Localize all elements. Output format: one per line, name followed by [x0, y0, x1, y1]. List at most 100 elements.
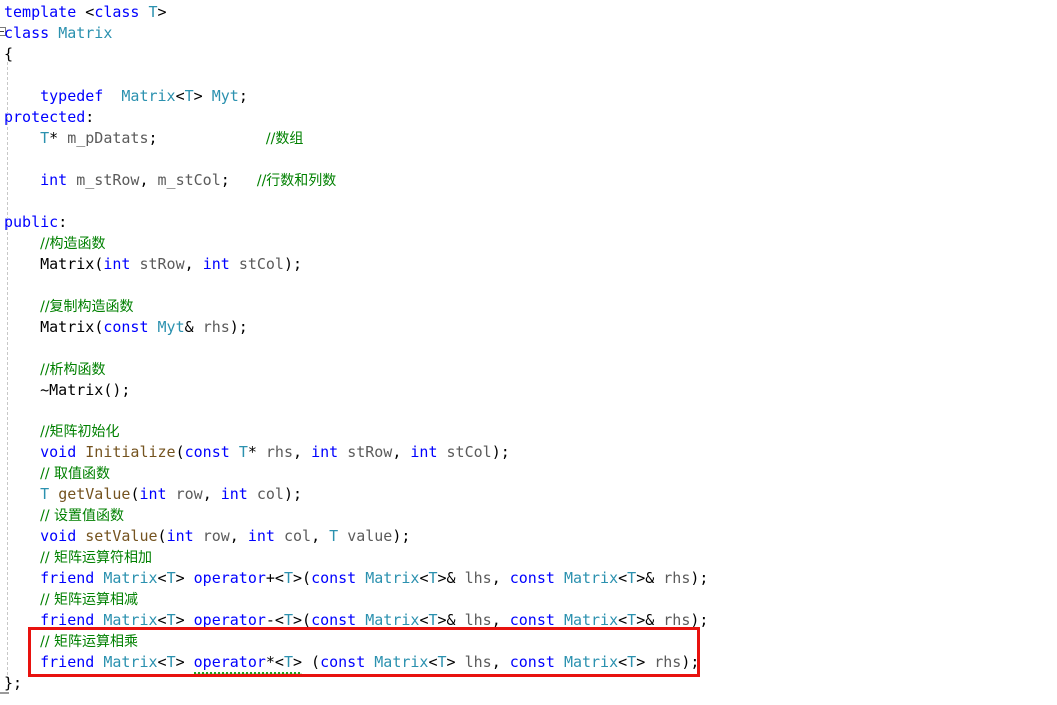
code-line-16[interactable]: Matrix(const Myt& rhs); [4, 317, 248, 338]
token-identifier-m_stCol: m_stCol [157, 171, 221, 189]
token-identifier-row: row [175, 485, 203, 503]
token-type-T: T [184, 87, 194, 105]
token-identifier-col: col [283, 527, 312, 545]
token-keyword-class: class [94, 3, 140, 21]
token-type-T: T [437, 653, 447, 671]
comment-rows-and-cols: //行数和列数 [256, 173, 337, 189]
code-line-28[interactable]: friend Matrix<T> operator+<T>(const Matr… [4, 568, 708, 589]
token-identifier-lhs: lhs [464, 611, 492, 629]
token-keyword-operator: operator [193, 569, 266, 587]
token-type-T: T [283, 611, 293, 629]
token-ctor-Matrix: Matrix [40, 318, 95, 336]
token-type-Myt: Myt [157, 318, 185, 336]
token-type-T: T [166, 611, 176, 629]
comment-array: //数组 [265, 131, 304, 147]
code-line-25[interactable]: // 设置值函数 [4, 505, 124, 526]
token-type-Matrix: Matrix [374, 653, 429, 671]
code-line-26[interactable]: void setValue(int row, int col, T value)… [4, 526, 410, 547]
code-editor[interactable]: template <class T> class Matrix { typede… [0, 0, 1057, 705]
token-keyword-friend: friend [40, 611, 95, 629]
code-line-5[interactable]: typedef Matrix<T> Myt; [4, 86, 248, 107]
token-type-T: T [166, 569, 176, 587]
token-keyword-const: const [509, 653, 555, 671]
code-line-2[interactable]: class Matrix [4, 23, 112, 44]
token-type-T: T [40, 129, 50, 147]
token-keyword-const: const [103, 318, 149, 336]
token-keyword-const: const [509, 611, 555, 629]
token-type-Matrix: Matrix [563, 569, 619, 587]
token-identifier-lhs: lhs [464, 653, 492, 671]
token-keyword-int: int [40, 171, 68, 189]
comment-operator-add: // 矩阵运算符相加 [40, 550, 153, 566]
code-line-3[interactable]: { [4, 44, 13, 65]
token-keyword-template: template [4, 3, 77, 21]
token-keyword-int: int [103, 255, 131, 273]
token-keyword-int: int [410, 443, 438, 461]
token-identifier-row: row [202, 527, 230, 545]
token-type-T: T [428, 569, 438, 587]
code-line-13[interactable]: Matrix(int stRow, int stCol); [4, 254, 302, 275]
code-line-1[interactable]: template <class T> [4, 2, 167, 23]
comment-operator-mul: // 矩阵运算相乘 [40, 634, 139, 650]
code-line-24[interactable]: T getValue(int row, int col); [4, 484, 302, 505]
token-type-T: T [428, 611, 438, 629]
token-keyword-int: int [202, 255, 230, 273]
code-line-29[interactable]: // 矩阵运算相减 [4, 589, 138, 610]
code-line-19[interactable]: ~Matrix(); [4, 380, 130, 401]
comment-constructor: //构造函数 [40, 236, 106, 252]
code-line-7[interactable]: T* m_pDatats; //数组 [4, 128, 303, 149]
token-keyword-const: const [509, 569, 555, 587]
token-keyword-const: const [184, 443, 230, 461]
error-squiggle-operator-mul[interactable]: operator*<T> [193, 652, 303, 676]
token-keyword-const: const [311, 611, 357, 629]
token-function-setValue: setValue [85, 527, 158, 545]
token-keyword-void: void [40, 443, 77, 461]
token-identifier-lhs: lhs [464, 569, 492, 587]
token-keyword-int: int [247, 527, 275, 545]
code-line-27[interactable]: // 矩阵运算符相加 [4, 547, 152, 568]
token-keyword-class: class [4, 24, 50, 42]
code-line-23[interactable]: // 取值函数 [4, 463, 110, 484]
code-line-9[interactable]: int m_stRow, m_stCol; //行数和列数 [4, 170, 336, 191]
token-type-T: T [148, 3, 158, 21]
code-line-6[interactable]: protected: [4, 107, 94, 128]
token-keyword-const: const [320, 653, 366, 671]
token-keyword-void: void [40, 527, 77, 545]
code-line-33[interactable]: }; [4, 673, 22, 694]
token-identifier-rhs: rhs [654, 653, 682, 671]
token-type-Matrix: Matrix [121, 87, 176, 105]
token-type-Matrix: Matrix [563, 653, 619, 671]
code-line-12[interactable]: //构造函数 [4, 233, 106, 254]
token-function-getValue: getValue [58, 485, 131, 503]
token-ctor-Matrix: Matrix [40, 255, 95, 273]
token-type-Matrix: Matrix [103, 569, 158, 587]
code-line-30[interactable]: friend Matrix<T> operator-<T>(const Matr… [4, 610, 708, 631]
token-type-Matrix: Matrix [103, 653, 158, 671]
token-type-T: T [238, 443, 248, 461]
token-type-Matrix: Matrix [58, 24, 113, 42]
token-type-T: T [627, 569, 637, 587]
comment-get-value: // 取值函数 [40, 466, 111, 482]
comment-copy-constructor: //复制构造函数 [40, 299, 134, 315]
token-type-Matrix: Matrix [365, 569, 420, 587]
token-identifier-m_stRow: m_stRow [76, 171, 140, 189]
token-keyword-int: int [166, 527, 194, 545]
token-keyword-int: int [139, 485, 167, 503]
comment-destructor: //析构函数 [40, 362, 106, 378]
token-type-Myt: Myt [211, 87, 239, 105]
token-keyword-friend: friend [40, 653, 95, 671]
code-line-22[interactable]: void Initialize(const T* rhs, int stRow,… [4, 442, 510, 463]
token-keyword-operator: operator [193, 611, 266, 629]
token-type-Matrix: Matrix [563, 611, 619, 629]
comment-operator-sub: // 矩阵运算相减 [40, 592, 139, 608]
code-line-32[interactable]: friend Matrix<T> operator*<T> (const Mat… [4, 652, 699, 676]
token-type-Matrix: Matrix [365, 611, 420, 629]
code-line-15[interactable]: //复制构造函数 [4, 296, 134, 317]
code-line-11[interactable]: public: [4, 212, 67, 233]
token-identifier-stCol: stCol [238, 255, 284, 273]
token-keyword-protected: protected [4, 108, 86, 126]
code-line-18[interactable]: //析构函数 [4, 359, 106, 380]
code-line-31[interactable]: // 矩阵运算相乘 [4, 631, 138, 652]
code-line-21[interactable]: //矩阵初始化 [4, 421, 119, 442]
token-identifier-value: value [347, 527, 393, 545]
